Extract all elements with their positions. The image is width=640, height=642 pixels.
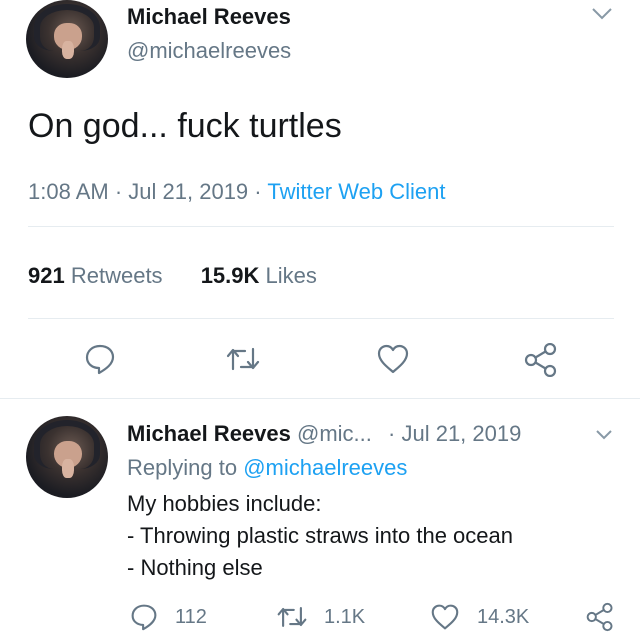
replying-to-handle[interactable]: @michaelreeves [243,455,407,480]
reply-separator: · [388,421,396,446]
divider [0,398,640,399]
reply-text-line: My hobbies include: [127,491,322,516]
replying-to: Replying to @michaelreeves [127,455,407,481]
retweets-stat[interactable]: 921 Retweets [28,263,169,288]
like-count: 14.3K [477,606,530,628]
divider [28,318,614,319]
likes-count: 15.9K [200,263,260,288]
reply-reply-icon[interactable] [130,603,158,631]
reply-header: Michael Reeves @mic... · Jul 21, 2019 [127,421,521,447]
tweet-text: On god... fuck turtles [28,107,342,145]
reply-retweet-icon[interactable] [276,604,308,630]
reply-chevron-down-icon[interactable] [594,428,614,442]
reply-like-heart-icon[interactable] [430,603,460,631]
divider [28,226,614,227]
author-name[interactable]: Michael Reeves [127,4,291,30]
share-icon[interactable] [524,343,558,377]
retweet-icon[interactable] [225,345,261,373]
reply-date[interactable]: Jul 21, 2019 [401,421,521,446]
author-handle[interactable]: @michaelreeves [127,38,291,64]
retweets-count: 921 [28,263,65,288]
tweet-stats: 921 Retweets 15.9K Likes [28,263,317,289]
reply-icon[interactable] [84,343,116,375]
reply-text-line: - Nothing else [127,555,263,580]
retweets-label: Retweets [70,263,163,288]
likes-stat[interactable]: 15.9K Likes [201,263,317,288]
replying-to-prefix: Replying to [127,455,238,480]
retweet-count: 1.1K [324,606,366,628]
avatar-hand [62,40,74,60]
reply-text-line: - Throwing plastic straws into the ocean [127,523,513,548]
tweet-client-link[interactable]: Twitter Web Client [267,179,445,204]
reply-author-avatar[interactable] [26,416,108,498]
reply-author-handle[interactable]: @mic... [297,421,372,446]
avatar-hand [62,458,74,479]
likes-label: Likes [265,263,317,288]
tweet-date: Jul 21, 2019 [128,179,249,204]
meta-separator: · [254,179,262,204]
reply-author-name[interactable]: Michael Reeves [127,421,291,446]
reply-count: 112 [175,606,207,628]
reply-text: My hobbies include: - Throwing plastic s… [127,488,627,584]
author-avatar[interactable] [26,0,108,78]
tweet-time: 1:08 AM [28,179,109,204]
chevron-down-icon[interactable] [590,6,614,22]
meta-separator: · [114,179,123,204]
like-heart-icon[interactable] [376,343,410,375]
tweet-meta: 1:08 AM · Jul 21, 2019 · Twitter Web Cli… [28,179,445,205]
reply-share-icon[interactable] [586,602,614,632]
